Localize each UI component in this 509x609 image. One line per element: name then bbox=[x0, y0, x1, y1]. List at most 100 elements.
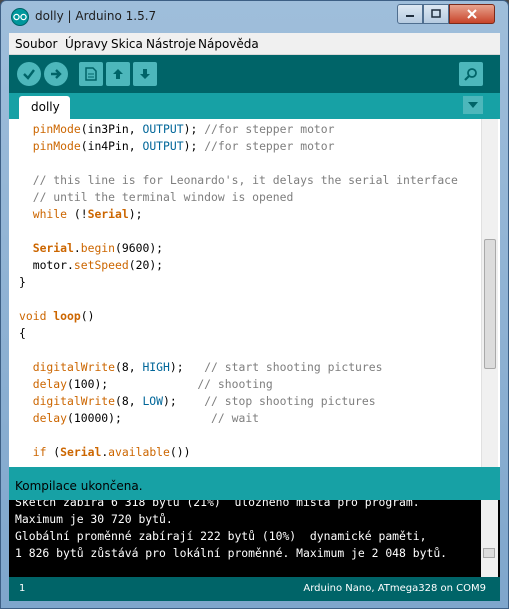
menu-soubor[interactable]: Soubor bbox=[15, 37, 57, 51]
code-token: ()) bbox=[169, 445, 191, 459]
code-token: Serial bbox=[32, 241, 74, 255]
menu-upravy[interactable]: Úpravy bbox=[65, 37, 108, 51]
code-line: pinMode(in4Pin, OUTPUT); //for stepper m… bbox=[19, 138, 479, 155]
code-token: if bbox=[32, 445, 47, 459]
code-token: (8, bbox=[115, 360, 143, 374]
editor-scrollbar[interactable] bbox=[481, 119, 498, 467]
code-token: (100); bbox=[67, 377, 198, 391]
upload-button[interactable] bbox=[44, 62, 68, 86]
menu-napoveda[interactable]: Nápověda bbox=[198, 37, 259, 51]
title-bar[interactable]: dolly | Arduino 1.5.7 bbox=[1, 1, 508, 33]
console-line: Sketch zabírá 6 318 bytů (21%) úložného … bbox=[15, 500, 420, 509]
serial-monitor-icon bbox=[464, 68, 477, 81]
upload-icon bbox=[51, 69, 62, 79]
code-line: digitalWrite(8, HIGH); // start shooting… bbox=[19, 359, 479, 376]
code-token: (20); bbox=[128, 258, 164, 272]
code-token: void bbox=[19, 309, 47, 323]
code-token: // this line is for Leonardo's, it delay… bbox=[19, 173, 458, 187]
code-line: pinMode(in3Pin, OUTPUT); //for stepper m… bbox=[19, 121, 479, 138]
code-token: pinMode bbox=[32, 139, 81, 153]
code-token: ); bbox=[183, 139, 205, 153]
code-token: (8, bbox=[115, 394, 143, 408]
code-line: { bbox=[19, 325, 479, 342]
code-token: { bbox=[19, 326, 26, 340]
code-token: //for stepper motor bbox=[204, 139, 335, 153]
new-button[interactable] bbox=[79, 62, 103, 86]
console-scroll-thumb[interactable] bbox=[483, 548, 495, 558]
code-token: loop bbox=[53, 309, 81, 323]
save-button[interactable] bbox=[133, 62, 157, 86]
menu-nastroje[interactable]: Nástroje bbox=[146, 37, 196, 51]
arduino-ide-window: dolly | Arduino 1.5.7 Soubor Úpravy Skic… bbox=[0, 0, 509, 609]
code-line: motor.setSpeed(20); bbox=[19, 257, 479, 274]
serial-monitor-button[interactable] bbox=[459, 62, 483, 86]
code-token: // start shooting pictures bbox=[204, 360, 383, 374]
status-message: Kompilace ukončena. bbox=[15, 479, 143, 493]
menu-bar: Soubor Úpravy Skica Nástroje Nápověda bbox=[9, 33, 500, 55]
code-line: void loop() bbox=[19, 308, 479, 325]
code-line: if (Serial.available()) bbox=[19, 444, 479, 461]
code-line: // this line is for Leonardo's, it delay… bbox=[19, 172, 479, 189]
code-token: // shooting bbox=[197, 377, 273, 391]
code-token: pinMode bbox=[32, 122, 81, 136]
console-scrollbar[interactable] bbox=[481, 500, 498, 577]
code-token: (! bbox=[67, 207, 88, 221]
footer-bar: 1 Arduino Nano, ATmega328 on COM9 bbox=[9, 577, 500, 601]
code-token: OUTPUT bbox=[142, 122, 184, 136]
menu-skica[interactable]: Skica bbox=[111, 37, 143, 51]
code-token: . bbox=[73, 241, 81, 255]
code-token: ); bbox=[128, 207, 143, 221]
code-line: delay(10000); // wait bbox=[19, 410, 479, 427]
code-token: ); bbox=[169, 360, 205, 374]
console-output[interactable]: Sketch zabírá 6 318 bytů (21%) úložného … bbox=[9, 500, 500, 577]
code-token: // until the terminal window is opened bbox=[19, 190, 294, 204]
open-icon bbox=[113, 69, 123, 79]
toolbar bbox=[9, 55, 500, 93]
code-token: available bbox=[108, 445, 170, 459]
maximize-icon bbox=[431, 9, 441, 18]
board-info: Arduino Nano, ATmega328 on COM9 bbox=[303, 583, 486, 594]
code-token: //for stepper motor bbox=[204, 122, 335, 136]
verify-button[interactable] bbox=[17, 62, 41, 86]
tab-bar: dolly bbox=[9, 93, 500, 119]
editor-scroll-thumb[interactable] bbox=[484, 239, 496, 369]
close-button[interactable] bbox=[449, 4, 495, 24]
code-line: } bbox=[19, 274, 479, 291]
code-token: HIGH bbox=[142, 360, 170, 374]
code-token: ); bbox=[183, 122, 205, 136]
console-lines: Sketch zabírá 6 318 bytů (21%) úložného … bbox=[15, 500, 475, 562]
code-token: (9600); bbox=[115, 241, 164, 255]
minimize-button[interactable] bbox=[397, 4, 423, 24]
tab-menu-button[interactable] bbox=[463, 96, 483, 114]
console-line: Maximum je 30 720 bytů. bbox=[15, 512, 173, 526]
code-editor[interactable]: pinMode(in3Pin, OUTPUT); //for stepper m… bbox=[9, 119, 500, 467]
code-token: ( bbox=[46, 445, 61, 459]
code-token: // wait bbox=[211, 411, 260, 425]
line-number: 1 bbox=[19, 583, 26, 594]
window-client-area: Soubor Úpravy Skica Nástroje Nápověda do… bbox=[9, 33, 500, 601]
tab-dolly[interactable]: dolly bbox=[19, 96, 70, 119]
code-line: digitalWrite(8, LOW); // stop shooting p… bbox=[19, 393, 479, 410]
code-token: while bbox=[32, 207, 68, 221]
chevron-down-icon bbox=[468, 102, 478, 108]
close-icon bbox=[467, 9, 477, 19]
code-token: (in4Pin, bbox=[80, 139, 143, 153]
code-token: delay bbox=[32, 377, 68, 391]
open-button[interactable] bbox=[106, 62, 130, 86]
code-line: while (!Serial); bbox=[19, 206, 479, 223]
code-token: Serial bbox=[87, 207, 129, 221]
arduino-logo-icon bbox=[11, 8, 29, 26]
code-token: begin bbox=[80, 241, 116, 255]
code-line: Serial.begin(9600); bbox=[19, 240, 479, 257]
minimize-icon bbox=[406, 15, 414, 17]
maximize-button[interactable] bbox=[423, 4, 449, 24]
code-token: OUTPUT bbox=[142, 139, 184, 153]
